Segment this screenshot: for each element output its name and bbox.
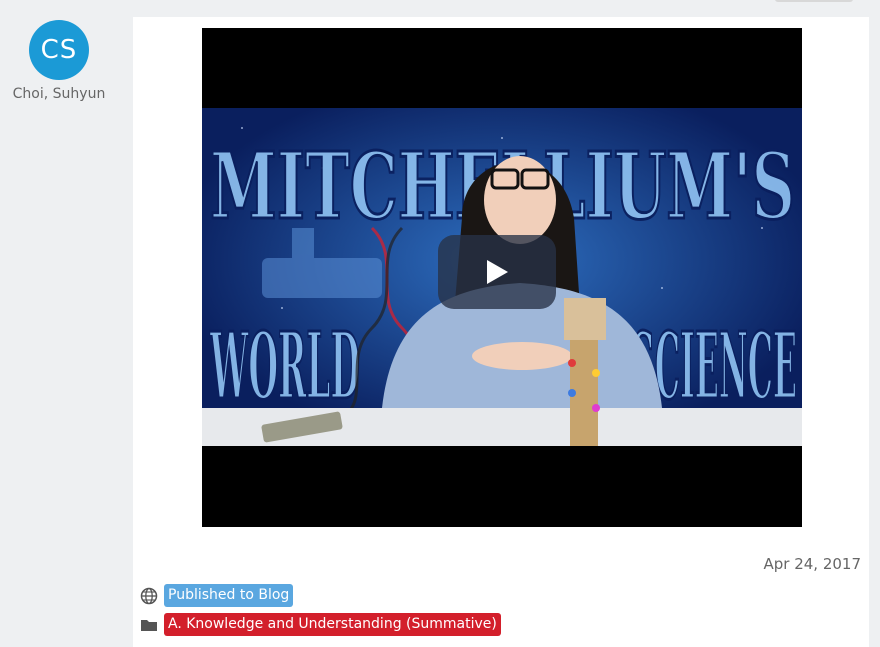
- globe-icon: [140, 587, 158, 604]
- post-card: MITCHELLIUM'S WORLD SCIENCE: [133, 17, 869, 647]
- video-thumbnail: MITCHELLIUM'S WORLD SCIENCE: [202, 108, 802, 446]
- publish-tag-row: Published to Blog: [140, 584, 294, 607]
- top-scroll-stub: [775, 0, 853, 2]
- criterion-tag-row: A. Knowledge and Understanding (Summativ…: [140, 613, 501, 636]
- avatar[interactable]: CS: [29, 20, 89, 80]
- avatar-initials: CS: [40, 35, 78, 65]
- author-name[interactable]: Choi, Suhyun: [0, 86, 118, 102]
- author-block: CS Choi, Suhyun: [0, 20, 118, 102]
- thumbnail-word-left: WORLD: [210, 312, 360, 420]
- published-to-blog-badge[interactable]: Published to Blog: [164, 584, 294, 607]
- post-date: Apr 24, 2017: [763, 555, 861, 573]
- folder-icon: [141, 619, 157, 631]
- video-player[interactable]: MITCHELLIUM'S WORLD SCIENCE: [202, 28, 802, 527]
- criterion-badge[interactable]: A. Knowledge and Understanding (Summativ…: [164, 613, 501, 636]
- play-button[interactable]: [438, 235, 556, 309]
- play-icon: [487, 260, 508, 284]
